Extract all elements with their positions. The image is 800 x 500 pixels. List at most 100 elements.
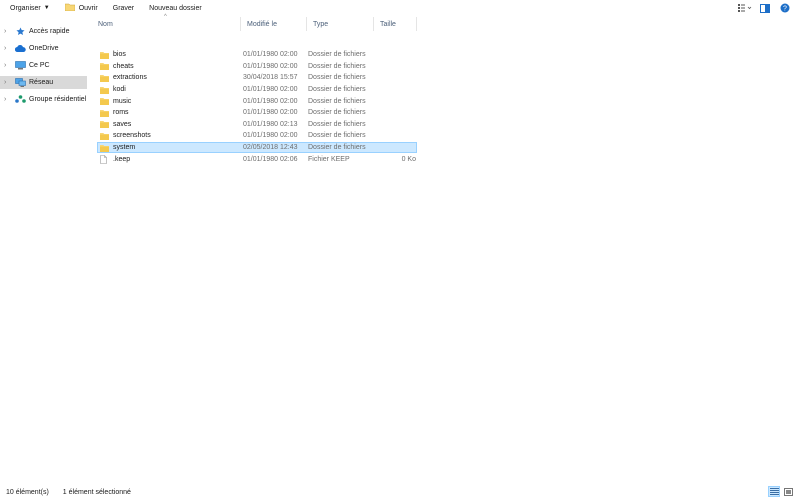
file-type: Dossier de fichiers <box>308 51 366 59</box>
file-modified: 01/01/1980 02:00 <box>243 109 298 117</box>
large-icons-view-button[interactable] <box>782 486 794 497</box>
open-button[interactable]: Ouvrir <box>60 1 103 15</box>
organize-label: Organiser <box>10 4 41 12</box>
file-modified: 01/01/1980 02:06 <box>243 155 298 163</box>
nav-item-this-pc[interactable]: › Ce PC <box>0 59 87 72</box>
table-row[interactable]: kodi 01/01/1980 02:00 Dossier de fichier… <box>97 84 417 96</box>
file-icon <box>100 154 109 164</box>
column-header-name[interactable]: Nom <box>92 17 241 31</box>
nav-item-network[interactable]: › Réseau <box>0 76 87 89</box>
file-modified: 01/01/1980 02:00 <box>243 97 298 105</box>
folder-icon <box>100 109 109 117</box>
help-button[interactable]: ? <box>778 2 792 14</box>
navigation-pane: › Accès rapide › OneDrive › Ce PC › Rése… <box>0 16 90 484</box>
change-view-button[interactable] <box>738 2 752 14</box>
file-list-pane: ^ Nom Modifié le Type Taille bios 01/01/… <box>92 14 800 484</box>
nav-label: OneDrive <box>29 45 59 52</box>
file-modified: 30/04/2018 15:57 <box>243 74 298 82</box>
file-type: Dossier de fichiers <box>308 62 366 70</box>
help-icon: ? <box>780 3 790 13</box>
column-header-row: Nom Modifié le Type Taille <box>92 17 417 31</box>
item-count: 10 élément(s) <box>6 488 49 496</box>
nav-item-quick-access[interactable]: › Accès rapide <box>0 25 87 38</box>
nav-item-onedrive[interactable]: › OneDrive <box>0 42 87 55</box>
column-header-size[interactable]: Taille <box>374 17 417 31</box>
svg-text:?: ? <box>783 6 787 13</box>
burn-button[interactable]: Graver <box>108 1 139 15</box>
file-name: saves <box>113 120 132 128</box>
folder-icon <box>100 62 109 71</box>
new-folder-button[interactable]: Nouveau dossier <box>144 1 207 15</box>
folder-icon <box>100 144 109 152</box>
file-rows: bios 01/01/1980 02:00 Dossier de fichier… <box>97 49 417 165</box>
folder-icon <box>100 132 109 140</box>
details-view-button[interactable] <box>768 486 780 497</box>
organize-button[interactable]: Organiser ▼ <box>5 1 55 15</box>
nav-item-homegroup[interactable]: › Groupe résidentiel <box>0 93 87 106</box>
file-name: roms <box>113 109 129 117</box>
file-type: Dossier de fichiers <box>308 144 366 152</box>
status-bar: 10 élément(s) 1 élément sélectionné <box>0 484 800 500</box>
open-folder-icon <box>64 3 75 13</box>
file-type: Dossier de fichiers <box>308 109 366 117</box>
file-name: extractions <box>113 74 147 82</box>
table-row[interactable]: .keep 01/01/1980 02:06 Fichier KEEP 0 Ko <box>97 153 417 165</box>
network-icon <box>14 78 26 88</box>
nav-label: Ce PC <box>29 62 50 69</box>
file-modified: 01/01/1980 02:00 <box>243 86 298 94</box>
file-type: Dossier de fichiers <box>308 132 366 140</box>
file-type: Dossier de fichiers <box>308 86 366 94</box>
file-modified: 01/01/1980 02:00 <box>243 51 298 59</box>
selection-count: 1 élément sélectionné <box>62 488 131 496</box>
file-modified: 02/05/2018 12:43 <box>243 144 298 152</box>
table-row[interactable]: saves 01/01/1980 02:13 Dossier de fichie… <box>97 119 417 131</box>
table-row-selected[interactable]: system 02/05/2018 12:43 Dossier de fichi… <box>97 141 417 154</box>
star-icon <box>14 27 26 37</box>
file-name: system <box>113 144 136 152</box>
file-type: Dossier de fichiers <box>308 120 366 128</box>
view-list-icon <box>738 4 752 12</box>
file-name: cheats <box>113 62 134 70</box>
file-name: music <box>113 97 132 105</box>
column-header-label: Type <box>313 20 329 28</box>
folder-icon <box>100 86 109 94</box>
folder-icon <box>100 120 109 129</box>
table-row[interactable]: extractions 30/04/2018 15:57 Dossier de … <box>97 72 417 84</box>
command-bar: Organiser ▼ Ouvrir Graver Nouveau dossie… <box>0 0 800 16</box>
table-row[interactable]: music 01/01/1980 02:00 Dossier de fichie… <box>97 95 417 107</box>
table-row[interactable]: bios 01/01/1980 02:00 Dossier de fichier… <box>97 49 417 61</box>
details-view-icon <box>769 488 779 495</box>
column-header-label: Nom <box>98 20 113 28</box>
folder-icon <box>100 51 109 59</box>
file-size: 0 Ko <box>401 155 416 163</box>
file-name: screenshots <box>113 132 151 140</box>
computer-icon <box>14 61 26 71</box>
chevron-right-icon[interactable]: › <box>4 45 12 52</box>
nav-label: Réseau <box>29 79 54 86</box>
file-modified: 01/01/1980 02:13 <box>243 120 298 128</box>
table-row[interactable]: roms 01/01/1980 02:00 Dossier de fichier… <box>97 107 417 119</box>
table-row[interactable]: cheats 01/01/1980 02:00 Dossier de fichi… <box>97 61 417 73</box>
file-type: Dossier de fichiers <box>308 74 366 82</box>
column-header-label: Taille <box>380 20 396 28</box>
file-name: .keep <box>113 155 131 163</box>
cloud-icon <box>14 44 26 54</box>
column-header-type[interactable]: Type <box>307 17 374 31</box>
column-header-label: Modifié le <box>247 20 277 28</box>
large-icons-view-icon <box>783 487 793 496</box>
chevron-right-icon[interactable]: › <box>4 28 12 35</box>
preview-pane-icon <box>760 3 770 13</box>
burn-label: Graver <box>112 4 135 12</box>
file-type: Dossier de fichiers <box>308 97 366 105</box>
nav-label: Accès rapide <box>29 28 70 35</box>
view-switcher <box>766 486 794 497</box>
chevron-right-icon[interactable]: › <box>4 62 12 69</box>
file-name: bios <box>113 51 126 59</box>
folder-icon <box>100 74 109 82</box>
chevron-right-icon[interactable]: › <box>4 96 12 103</box>
column-header-modified[interactable]: Modifié le <box>241 17 307 31</box>
table-row[interactable]: screenshots 01/01/1980 02:00 Dossier de … <box>97 130 417 142</box>
chevron-right-icon[interactable]: › <box>4 79 12 86</box>
preview-pane-button[interactable] <box>758 2 772 14</box>
caret-down-icon: ▼ <box>43 5 50 11</box>
